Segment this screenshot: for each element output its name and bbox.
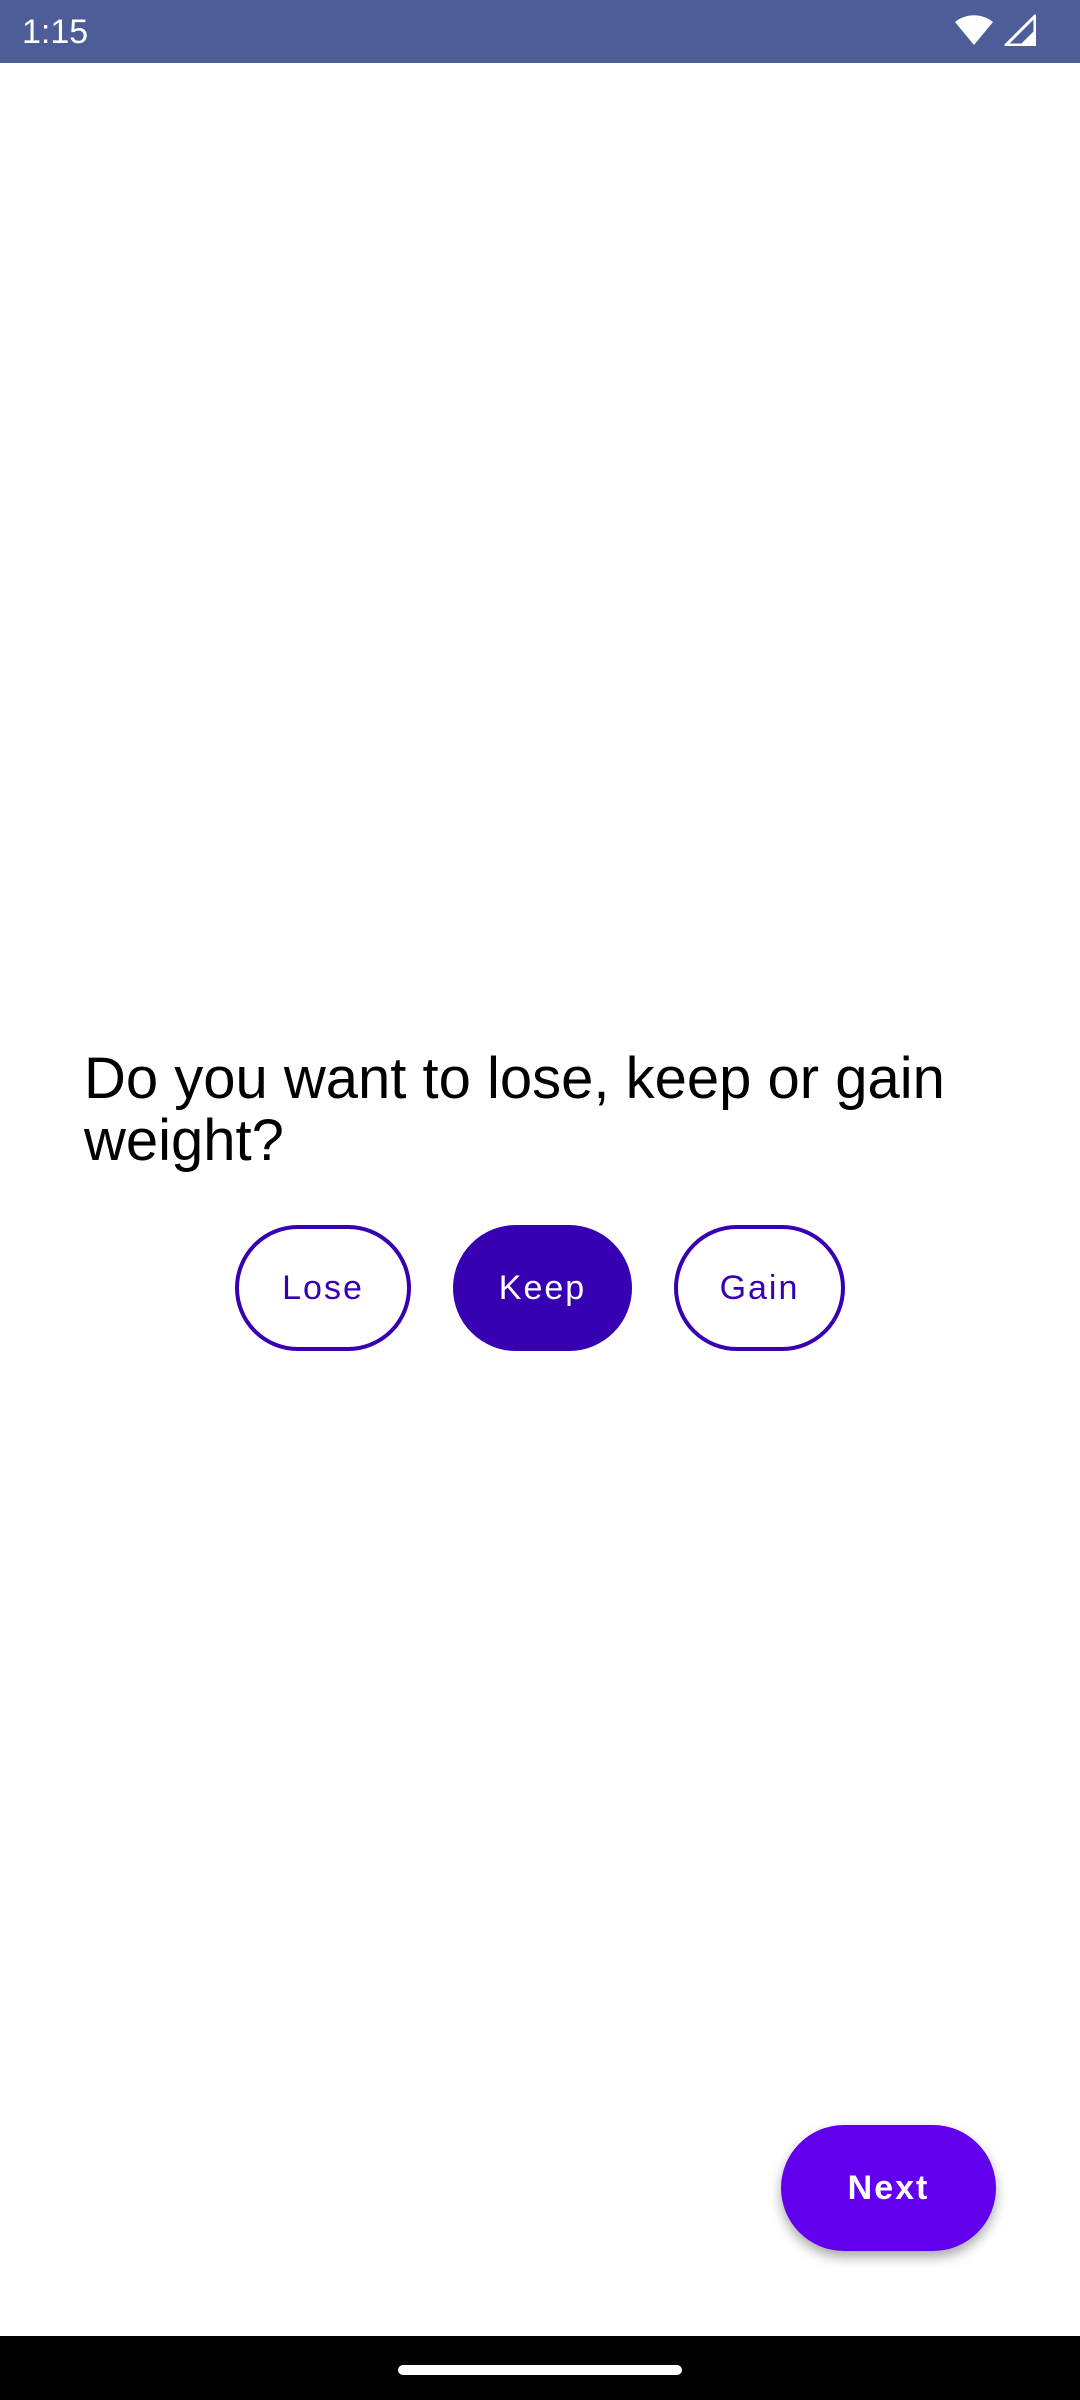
- lose-chip[interactable]: Lose: [235, 1225, 411, 1351]
- status-time: 1:15: [22, 13, 89, 51]
- keep-chip-label: Keep: [498, 1268, 587, 1307]
- cellular-signal-icon: [1004, 14, 1036, 46]
- next-button-label: Next: [847, 2168, 930, 2207]
- status-bar: 1:15: [0, 0, 1080, 63]
- status-icons: [954, 12, 1036, 48]
- home-indicator[interactable]: [398, 2365, 682, 2375]
- lose-chip-label: Lose: [282, 1268, 364, 1307]
- keep-chip[interactable]: Keep: [453, 1225, 632, 1351]
- wifi-icon: [954, 14, 994, 46]
- navigation-bar: [0, 2336, 1080, 2400]
- question-heading: Do you want to lose, keep or gain weight…: [84, 1046, 945, 1173]
- next-button[interactable]: Next: [781, 2125, 996, 2251]
- gain-chip[interactable]: Gain: [674, 1225, 845, 1351]
- goal-choice-group: Lose Keep Gain: [0, 1225, 1080, 1353]
- gain-chip-label: Gain: [719, 1268, 800, 1307]
